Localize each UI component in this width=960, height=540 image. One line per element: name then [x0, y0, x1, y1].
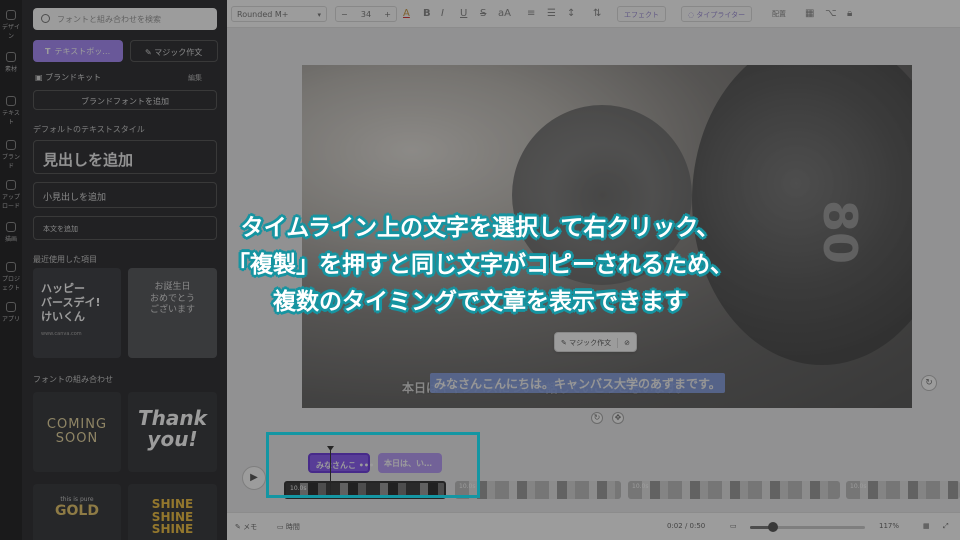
magic-wand-icon: ✎: [145, 48, 155, 57]
copy-style-icon[interactable]: ⌥: [825, 6, 837, 22]
typewriter-button[interactable]: ◌ タイプライター: [681, 6, 753, 22]
increase-size-button[interactable]: +: [384, 7, 391, 23]
font-size-value[interactable]: 34: [361, 10, 371, 19]
caption-line-2: 「複製」を押すと同じ文字がコピーされるため、: [227, 251, 733, 278]
zoom-slider[interactable]: [750, 522, 865, 532]
zoom-level[interactable]: 117%: [879, 522, 899, 530]
letter-case-button[interactable]: aA: [498, 6, 511, 22]
add-text-box-button[interactable]: T テキストボッ…: [33, 40, 123, 62]
video-clip-3[interactable]: 10.0s: [628, 481, 840, 499]
duration-button[interactable]: ▭ 時間: [277, 522, 300, 532]
lock-icon[interactable]: 🔒︎: [847, 6, 852, 22]
page-view-icon[interactable]: ▭: [730, 522, 737, 530]
magic-wand-icon: ✎: [561, 339, 570, 347]
video-clip-4[interactable]: 10.0s: [846, 481, 960, 499]
default-styles-title: デフォルトのテキストスタイル: [33, 125, 145, 134]
grid-view-icon[interactable]: ▦: [923, 522, 930, 530]
text-icon: T: [45, 47, 51, 56]
rotate-icon[interactable]: ↻: [591, 412, 603, 424]
combo-tile-gold[interactable]: this is pure GOLD: [33, 484, 121, 540]
refresh-icon[interactable]: ↻: [921, 375, 937, 391]
chevron-down-icon: ▾: [317, 11, 321, 19]
brand-kit-label: ▣ ブランドキット: [35, 73, 102, 82]
layout-icon: [6, 10, 16, 20]
rail-item-brand[interactable]: ブランド: [2, 140, 20, 170]
position-button[interactable]: 配置: [772, 6, 786, 22]
rail-item-text[interactable]: テキスト: [2, 96, 20, 126]
rail-item-design[interactable]: デザイン: [2, 10, 20, 40]
font-combos-title: フォントの組み合わせ: [33, 375, 113, 384]
caption-line-3: 複数のタイミングで文章を表示できます: [273, 288, 687, 315]
rail-item-uploads[interactable]: アップロード: [2, 180, 20, 210]
brand-icon: [6, 140, 16, 150]
transparency-icon[interactable]: ▦: [805, 6, 814, 22]
text-icon: [6, 96, 16, 106]
magic-write-button[interactable]: ✎ マジック作文: [130, 40, 218, 62]
tutorial-caption: タイムライン上の文字を選択して右クリック、 「複製」を押すと同じ文字がコピーされ…: [0, 210, 960, 320]
subtitle-selected-text[interactable]: みなさんこんにちは。キャンバス大学のあずまです。: [430, 373, 725, 393]
brand-kit-edit-link[interactable]: 編集: [188, 73, 202, 83]
add-heading-button[interactable]: 見出しを追加: [33, 140, 217, 174]
align-icon[interactable]: ≡: [527, 6, 535, 22]
combo-tile-thank-you[interactable]: Thank you!: [128, 392, 217, 472]
notes-button[interactable]: ✎ メモ: [235, 522, 257, 532]
upload-icon: [6, 180, 16, 190]
combo-tile-shine[interactable]: SHINE SHINE SHINE: [128, 484, 217, 540]
zoom-slider-knob[interactable]: [768, 522, 778, 532]
notes-icon: ✎: [235, 523, 244, 531]
decrease-size-button[interactable]: −: [341, 7, 348, 23]
status-bar: ✎ メモ ▭ 時間 0:02 / 0:50 ▭ 117% ▦ ⤢: [227, 512, 960, 540]
search-icon: [41, 14, 50, 23]
font-search-input[interactable]: フォントと組み合わせを検索: [33, 8, 217, 30]
effects-button[interactable]: エフェクト: [617, 6, 666, 22]
timeline-highlight-box: [266, 432, 480, 498]
play-icon[interactable]: ▶: [242, 466, 266, 490]
list-icon[interactable]: ☰: [547, 6, 556, 22]
font-size-stepper[interactable]: − 34 +: [335, 6, 397, 22]
move-icon[interactable]: ✥: [612, 412, 624, 424]
fullscreen-icon[interactable]: ⤢: [943, 522, 949, 531]
timer-icon: ▭: [277, 523, 286, 531]
add-brand-font-button[interactable]: ブランドフォントを追加: [33, 90, 217, 110]
caption-line-1: タイムライン上の文字を選択して右クリック、: [240, 215, 720, 241]
italic-button[interactable]: I: [441, 6, 444, 22]
combo-tile-coming-soon[interactable]: COMING SOON: [33, 392, 121, 472]
vertical-text-icon[interactable]: ⇅: [593, 6, 601, 22]
playback-time: 0:02 / 0:50: [667, 522, 706, 530]
text-toolbar: Rounded M+ ▾ − 34 + A B I U S aA ≡ ☰ ↕ ⇅ …: [227, 0, 960, 28]
text-color-button[interactable]: A: [403, 6, 410, 22]
spacing-icon[interactable]: ↕: [567, 6, 575, 22]
strikethrough-button[interactable]: S: [480, 6, 486, 22]
rail-item-elements[interactable]: 素材: [2, 52, 20, 73]
magic-write-popup[interactable]: ✎ マジック作文 ⊘: [554, 332, 637, 352]
bold-button[interactable]: B: [423, 6, 431, 22]
brand-kit-icon: ▣: [35, 73, 46, 82]
add-subheading-button[interactable]: 小見出しを追加: [33, 182, 217, 208]
shapes-icon: [6, 52, 16, 62]
underline-button[interactable]: U: [460, 6, 467, 22]
font-family-select[interactable]: Rounded M+ ▾: [231, 6, 327, 22]
link-icon[interactable]: ⊘: [624, 339, 630, 347]
